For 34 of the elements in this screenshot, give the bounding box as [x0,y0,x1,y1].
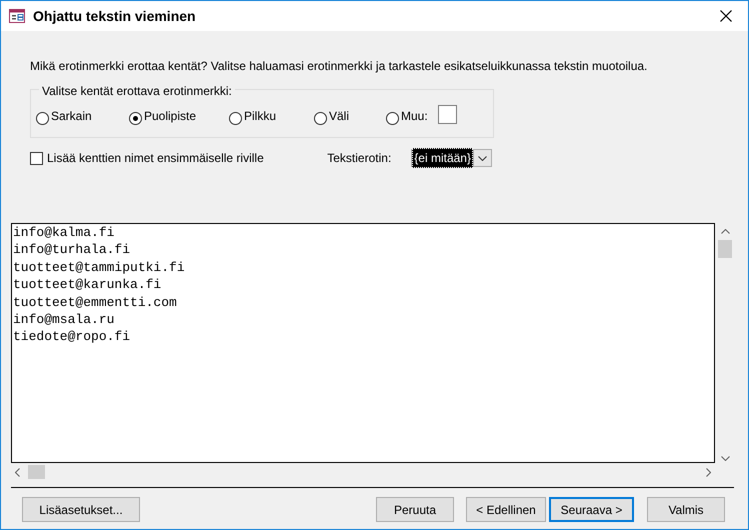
app-icon [9,9,25,23]
checkbox-label[interactable]: Lisää kenttien nimet ensimmäiselle riville [47,149,264,167]
preview-line: tuotteet@emmentti.com [13,294,178,312]
checkbox[interactable] [30,152,43,164]
radio-button[interactable] [229,112,242,124]
radio-label[interactable]: Puolipiste [144,107,196,125]
preview-line: tuotteet@karunka.fi [13,276,162,294]
qualifier-dropdown[interactable]: {ei mitään} [411,149,492,167]
scroll-thumb[interactable] [28,465,45,479]
preview-line: info@kalma.fi [13,224,116,242]
preview-line: tuotteet@tammiputki.fi [13,258,186,276]
preview-line: tiedote@ropo.fi [13,328,132,346]
radio-label[interactable]: Muu: [401,107,428,125]
radio-button[interactable] [314,112,327,124]
wizard-button[interactable]: Peruuta [376,497,454,522]
wizard-button[interactable]: Seuraava > [549,497,634,522]
radio-button[interactable] [129,112,142,124]
radio-label[interactable]: Pilkku [244,107,276,125]
qualifier-label: Tekstierotin: [327,150,392,167]
radio-button[interactable] [386,112,399,124]
caret-icon [478,156,487,160]
scroll-thumb[interactable] [718,240,732,258]
window-title: Ohjattu tekstin vieminen [33,6,196,26]
preview-line: info@turhala.fi [13,241,132,259]
other-delimiter-field[interactable] [438,104,457,124]
radio-label[interactable]: Väli [329,107,350,125]
wizard-button[interactable]: Lisäasetukset... [22,497,140,522]
wizard-button[interactable]: < Edellinen [466,497,546,522]
preview-line: info@msala.ru [13,311,116,328]
close-icon [720,10,732,22]
radio-label[interactable]: Sarkain [51,107,92,125]
wizard-button[interactable]: Valmis [647,497,725,522]
instruction-text: Mikä erotinmerkki erottaa kentät? Valitse haluamasi erotinmerkki ja tarkastele esikatseluikkunassa tekstin muotoilua. [30,58,648,75]
radio-button[interactable] [36,112,49,124]
